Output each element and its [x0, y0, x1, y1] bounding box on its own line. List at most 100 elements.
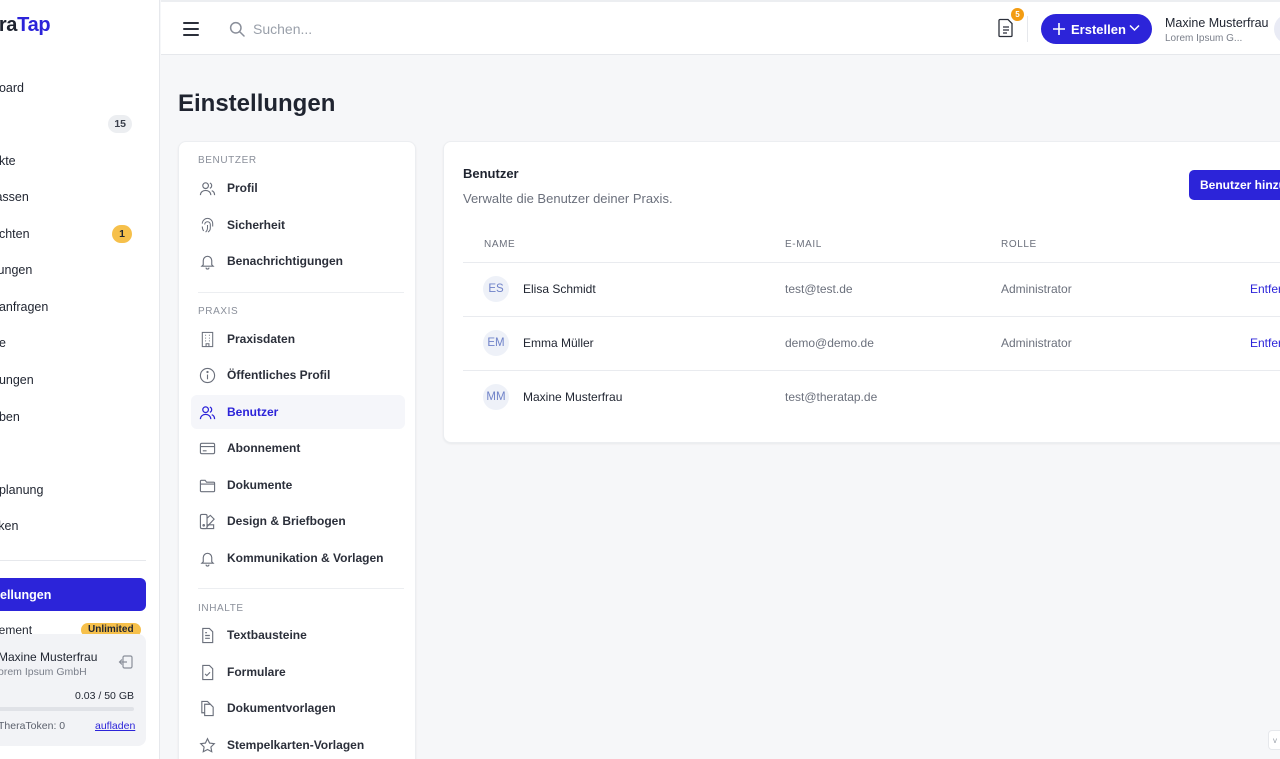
sidebar-user-card: Maxine Musterfrau orem Ipsum GmbH 0.03 /… — [0, 634, 146, 746]
nav-item-statistiken[interactable]: tiken — [0, 514, 152, 538]
nav-item-label: ellungen — [0, 587, 52, 602]
settings-item-label: Abonnement — [227, 441, 301, 455]
avatar: MM — [483, 384, 509, 410]
settings-item-sicherheit[interactable]: Sicherheit — [191, 208, 405, 242]
nav-item-nachrichten[interactable]: richten 1 — [0, 222, 152, 246]
settings-item-textbausteine[interactable]: Textbausteine — [191, 618, 405, 652]
nav-item-mitteilungen[interactable]: ilungen — [0, 258, 152, 282]
section-title: BENUTZER — [198, 155, 257, 166]
nav-item-termine[interactable]: ne — [0, 331, 152, 355]
menu-icon-line — [183, 22, 199, 24]
settings-item-label: Profil — [227, 181, 258, 195]
folder-icon — [199, 479, 216, 492]
recharge-link[interactable]: aufladen — [95, 720, 135, 732]
section-divider — [198, 588, 404, 589]
settings-item-profil[interactable]: Profil — [191, 171, 405, 205]
app-sidebar: eraTap board 15 akte fassen richten 1 ilu… — [0, 0, 160, 759]
column-header-name: NAME — [484, 239, 516, 250]
settings-item-design-briefbogen[interactable]: Design & Briefbogen — [191, 504, 405, 538]
info-icon — [199, 367, 216, 383]
nav-item-dashboard[interactable]: board — [0, 76, 152, 100]
plus-icon — [1053, 23, 1065, 35]
count-badge: 1 — [112, 225, 132, 243]
brand-logo-part1: era — [0, 14, 18, 36]
star-icon — [199, 736, 216, 753]
count-badge: 15 — [108, 115, 132, 133]
settings-item-oeffentliches-profil[interactable]: Öffentliches Profil — [191, 358, 405, 392]
logout-icon[interactable] — [118, 654, 134, 670]
copy-icon — [201, 700, 214, 716]
document-icon[interactable] — [997, 18, 1015, 38]
users-icon — [199, 181, 216, 195]
bell-icon — [200, 552, 215, 567]
nav-item-erfassen[interactable]: fassen — [0, 185, 152, 209]
nav-item-aufgaben[interactable]: aben — [0, 405, 152, 429]
section-title: INHALTE — [198, 603, 244, 614]
nav-item-einstellungen[interactable]: ellungen — [0, 578, 146, 611]
nav-item-label: aben — [0, 410, 20, 424]
menu-toggle-button[interactable] — [183, 22, 199, 36]
settings-item-abonnement[interactable]: Abonnement — [191, 431, 405, 465]
brand-logo[interactable]: eraTap — [0, 14, 51, 37]
credit-card-icon — [199, 442, 216, 454]
settings-item-label: Praxisdaten — [227, 332, 296, 346]
nav-item-11[interactable] — [0, 441, 152, 465]
brand-logo-part2: Tap — [17, 14, 51, 36]
nav-item-label: tiken — [0, 519, 19, 533]
settings-item-stempelkarten-vorlagen[interactable]: Stempelkarten-Vorlagen — [191, 728, 405, 759]
panel-title: Benutzer — [463, 166, 519, 181]
nav-item-2[interactable]: 15 — [0, 112, 152, 136]
settings-item-label: Benutzer — [227, 405, 279, 419]
user-role-cell: Administrator — [1001, 282, 1072, 296]
avatar: EM — [483, 330, 509, 356]
sidebar-divider — [0, 560, 146, 561]
column-header-email: E-MAIL — [785, 239, 822, 250]
user-company: orem Ipsum GmbH — [0, 666, 87, 678]
storage-usage: 0.03 / 50 GB — [75, 690, 134, 702]
user-name: Maxine Musterfrau — [0, 650, 98, 664]
add-user-button[interactable]: Benutzer hinzufügen — [1189, 170, 1280, 200]
settings-item-label: Design & Briefbogen — [227, 514, 346, 528]
search-input[interactable] — [253, 18, 553, 40]
panel-subtitle: Verwalte die Benutzer deiner Praxis. — [463, 191, 673, 206]
user-role-cell: Administrator — [1001, 336, 1072, 350]
settings-sidebar: BENUTZER Profil Sicherheit Benachrichtig… — [178, 141, 416, 759]
users-icon — [199, 405, 216, 419]
token-count: TheraToken: 0 — [0, 720, 66, 732]
nav-item-label: nanfragen — [0, 300, 49, 314]
user-email-cell: test@test.de — [785, 282, 853, 296]
remove-user-button[interactable]: Entfernen — [1250, 282, 1280, 296]
remove-user-button[interactable]: Entfernen — [1250, 336, 1280, 350]
settings-item-label: Öffentliches Profil — [227, 368, 331, 382]
nav-item-kontakte[interactable]: akte — [0, 149, 152, 173]
avatar: ES — [483, 276, 509, 302]
nav-item-dienstplanung[interactable]: nplanung — [0, 478, 152, 502]
settings-item-benachrichtigungen[interactable]: Benachrichtigungen — [191, 244, 405, 278]
user-email-cell: test@theratap.de — [785, 390, 878, 404]
column-header-role: ROLLE — [1001, 239, 1037, 250]
settings-item-label: Dokumente — [227, 478, 293, 492]
user-name-cell: Emma Müller — [523, 336, 594, 350]
avatar[interactable] — [1274, 14, 1280, 44]
form-check-icon — [202, 664, 214, 680]
page-title: Einstellungen — [178, 90, 336, 117]
topbar-divider — [1027, 16, 1028, 42]
settings-item-dokumente[interactable]: Dokumente — [191, 468, 405, 502]
settings-item-label: Stempelkarten-Vorlagen — [227, 738, 365, 752]
users-panel: Benutzer Verwalte die Benutzer deiner Pr… — [443, 141, 1280, 443]
nav-item-label: board — [0, 81, 24, 95]
settings-item-formulare[interactable]: Formulare — [191, 655, 405, 689]
version-tab[interactable]: v — [1268, 730, 1280, 750]
settings-item-benutzer[interactable]: Benutzer — [191, 395, 405, 429]
fingerprint-icon — [201, 217, 214, 233]
nav-item-terminanfragen[interactable]: nanfragen — [0, 295, 152, 319]
settings-item-dokumentvorlagen[interactable]: Dokumentvorlagen — [191, 691, 405, 725]
settings-item-praxisdaten[interactable]: Praxisdaten — [191, 322, 405, 356]
table-row: ES Elisa Schmidt test@test.de Administra… — [463, 262, 1280, 316]
nav-item-rechnungen[interactable]: hungen — [0, 368, 152, 392]
section-divider — [198, 292, 404, 293]
create-button[interactable]: Erstellen — [1041, 14, 1152, 44]
section-title: PRAXIS — [198, 306, 239, 317]
topbar-user-name[interactable]: Maxine Musterfrau — [1165, 16, 1269, 30]
settings-item-kommunikation-vorlagen[interactable]: Kommunikation & Vorlagen — [191, 541, 405, 575]
